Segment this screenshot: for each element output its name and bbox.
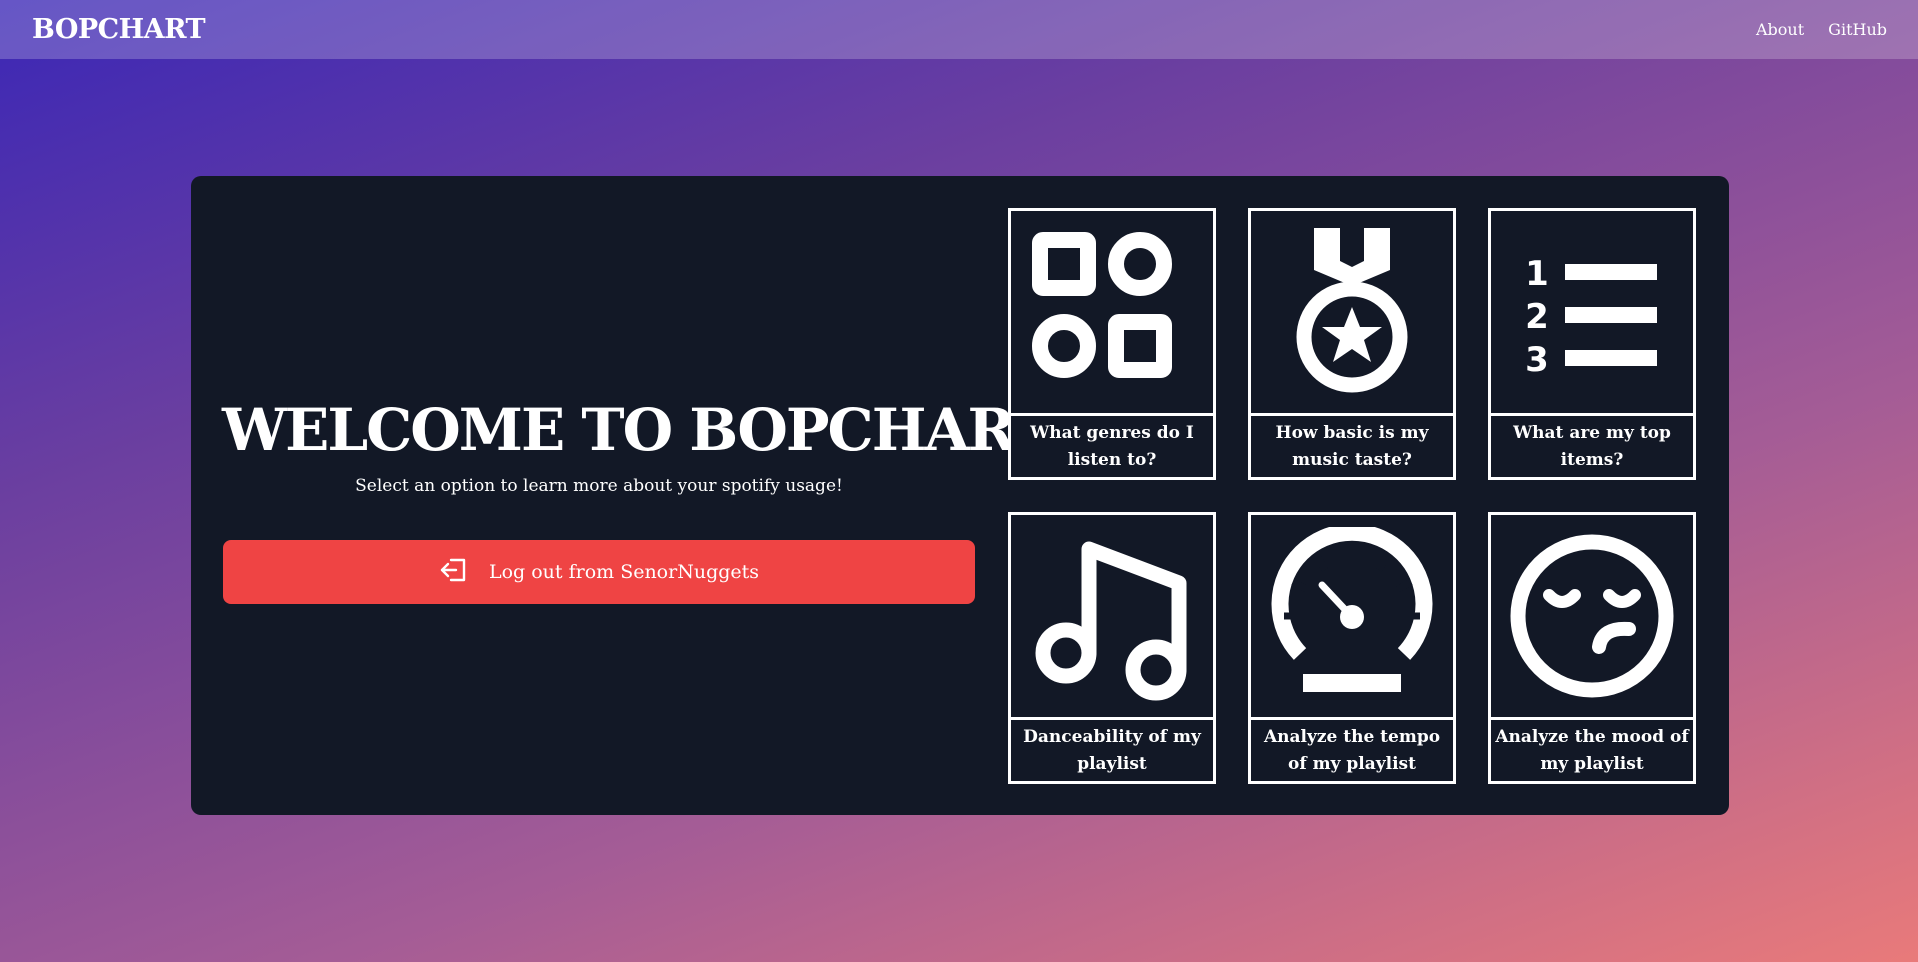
confused-face-icon bbox=[1510, 534, 1674, 698]
logout-button[interactable]: Log out from SenorNuggets bbox=[223, 540, 975, 604]
tile-mood[interactable]: Analyze the mood of my playlist bbox=[1488, 512, 1696, 784]
shapes-icon bbox=[1032, 232, 1172, 378]
logout-icon bbox=[439, 555, 469, 590]
tile-label: What genres do I listen to? bbox=[1011, 413, 1213, 477]
tile-genres[interactable]: What genres do I listen to? bbox=[1008, 208, 1216, 480]
nav-about-link[interactable]: About bbox=[1756, 20, 1804, 39]
logout-label: Log out from SenorNuggets bbox=[488, 561, 760, 583]
nav-links: About GitHub bbox=[1756, 20, 1887, 39]
tile-tempo[interactable]: Analyze the tempo of my playlist bbox=[1248, 512, 1456, 784]
main-panel: WELCOME TO BOPCHART Select an option to … bbox=[191, 176, 1729, 815]
page-subtitle: Select an option to learn more about you… bbox=[355, 476, 843, 496]
top-navbar: BOPCHART About GitHub bbox=[0, 0, 1918, 59]
ordered-list-icon: 1 2 3 bbox=[1525, 254, 1657, 380]
tile-danceability[interactable]: Danceability of my playlist bbox=[1008, 512, 1216, 784]
page-title: WELCOME TO BOPCHART bbox=[222, 396, 1056, 464]
tile-label: Danceability of my playlist bbox=[1011, 717, 1213, 781]
tile-top-items[interactable]: 1 2 3 What are my top items? bbox=[1488, 208, 1696, 480]
tile-label: Analyze the tempo of my playlist bbox=[1251, 717, 1453, 781]
welcome-section: WELCOME TO BOPCHART Select an option to … bbox=[222, 394, 1056, 496]
brand-logo[interactable]: BOPCHART bbox=[32, 14, 206, 45]
nav-github-link[interactable]: GitHub bbox=[1828, 20, 1887, 39]
tile-basic-taste[interactable]: How basic is my music taste? bbox=[1248, 208, 1456, 480]
tile-label: What are my top items? bbox=[1491, 413, 1693, 477]
svg-text:2: 2 bbox=[1525, 297, 1549, 337]
speedometer-icon bbox=[1271, 527, 1433, 692]
music-note-icon bbox=[1035, 541, 1187, 701]
tile-label: Analyze the mood of my playlist bbox=[1491, 717, 1693, 781]
tile-label: How basic is my music taste? bbox=[1251, 413, 1453, 477]
medal-icon bbox=[1296, 228, 1408, 393]
svg-text:3: 3 bbox=[1525, 340, 1549, 380]
svg-text:1: 1 bbox=[1525, 254, 1549, 294]
